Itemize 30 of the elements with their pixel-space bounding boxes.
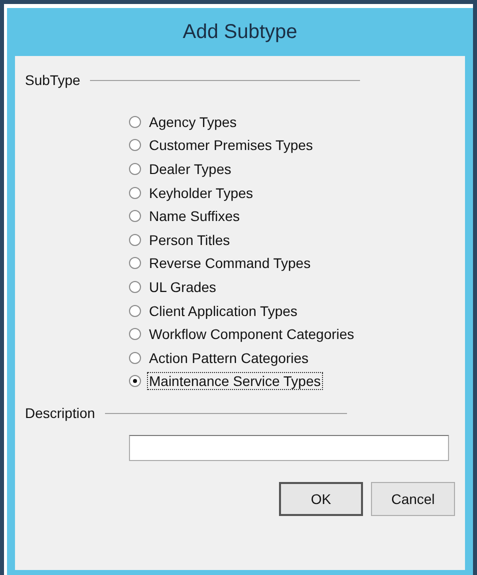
radio-button[interactable] [129,116,141,128]
radio-button[interactable] [129,328,141,340]
radio-label[interactable]: UL Grades [147,278,218,296]
radio-button[interactable] [129,186,141,199]
group-label: SubType [25,72,80,88]
ok-button[interactable]: OK [279,482,363,516]
radio-label[interactable]: Customer Premises Types [147,136,315,154]
description-field[interactable] [129,435,449,462]
radio-button[interactable] [129,375,141,388]
radio-label[interactable]: Maintenance Service Types [147,372,323,390]
radio-button[interactable] [129,280,141,293]
radio-button[interactable] [129,257,141,270]
radio-label[interactable]: Dealer Types [147,160,234,178]
radio-label[interactable]: Client Application Types [147,302,300,320]
radio-label[interactable]: Name Suffixes [147,207,242,226]
radio-label[interactable]: Agency Types [147,112,239,131]
window-title: Add Subtype [182,20,298,44]
radio-button[interactable] [129,352,141,364]
radio-button[interactable] [129,139,141,152]
radio-label[interactable]: Reverse Command Types [147,254,313,272]
field-label: Description [25,405,96,422]
radio-label[interactable]: Person Titles [147,230,232,249]
radio-label[interactable]: Keyholder Types [147,184,256,202]
radio-button[interactable] [129,234,141,246]
radio-label[interactable]: Workflow Component Categories [147,325,356,344]
radio-label[interactable]: Action Pattern Categories [147,348,311,367]
cancel-button[interactable]: Cancel [371,482,455,516]
radio-button[interactable] [129,304,141,317]
radio-button[interactable] [129,210,141,222]
radio-button[interactable] [129,162,141,175]
